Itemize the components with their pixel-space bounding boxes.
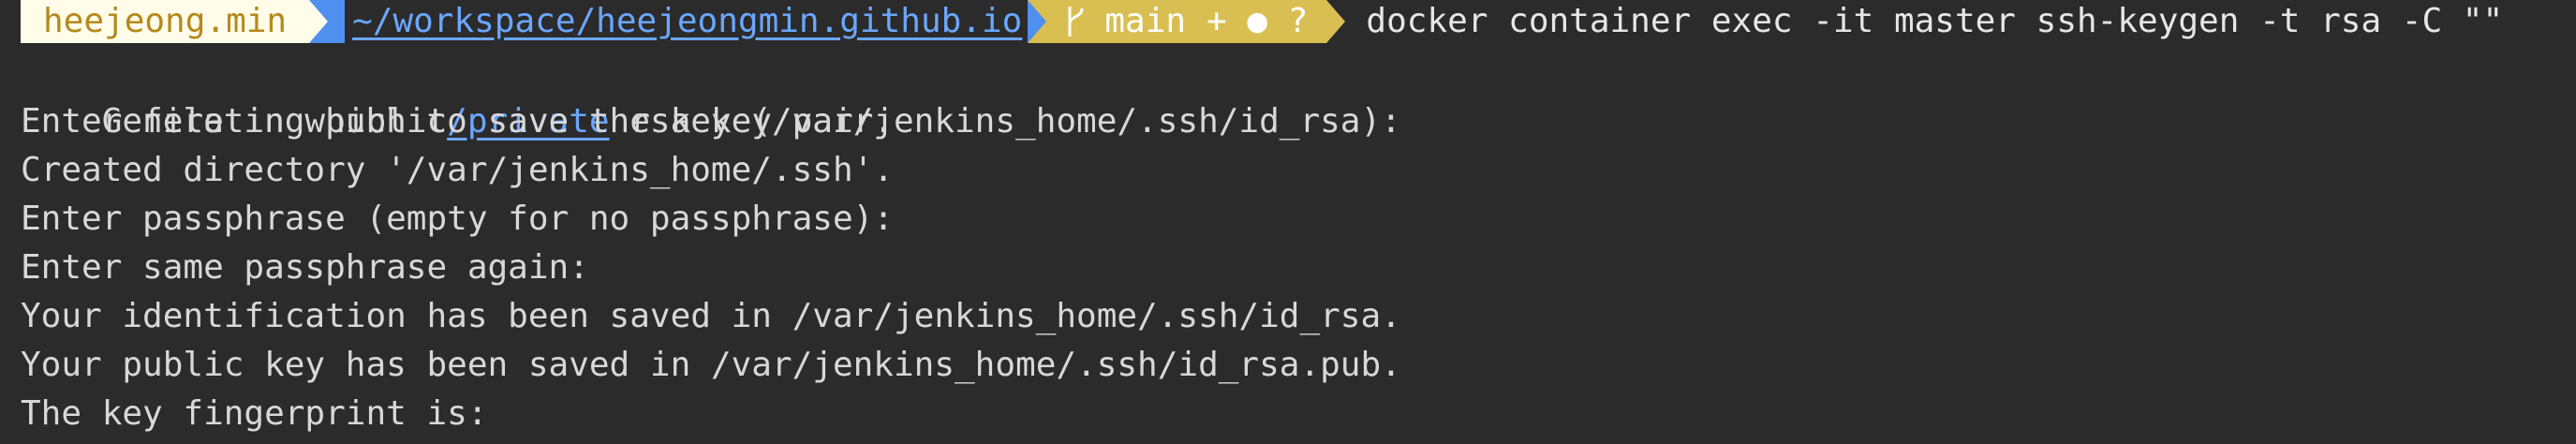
output-line: Enter same passphrase again: — [21, 248, 589, 287]
git-branch-name: main — [1104, 2, 1187, 40]
output-line: Created directory '/var/jenkins_home/.ss… — [21, 151, 894, 189]
output-line: Your public key has been saved in /var/j… — [21, 346, 1401, 384]
terminal-window[interactable]: heejeong.min ~/workspace/heejeongmin.git… — [0, 0, 2576, 444]
output-line: Your identification has been saved in /v… — [21, 297, 1401, 335]
prompt-separator-arrow — [309, 0, 329, 43]
prompt-separator-arrow — [1326, 0, 1346, 43]
output-line: Generating public/private rsa key pair. — [21, 49, 894, 141]
prompt-separator-arrow — [1028, 0, 1047, 43]
command-text[interactable]: docker container exec -it master ssh-key… — [1345, 0, 2503, 43]
output-line: Enter passphrase (empty for no passphras… — [21, 200, 894, 238]
prompt-path-segment[interactable]: ~/workspace/heejeongmin.github.io — [328, 0, 1029, 43]
git-branch-icon — [1068, 7, 1084, 37]
prompt-git-segment: main + ● ? — [1046, 0, 1327, 43]
git-status-symbols: + ● ? — [1207, 2, 1309, 40]
prompt-user-segment: heejeong.min — [21, 0, 310, 43]
output-line: Enter file in which to save the key (/va… — [21, 102, 1401, 141]
shell-prompt: heejeong.min ~/workspace/heejeongmin.git… — [21, 0, 2503, 43]
output-line: The key fingerprint is: — [21, 394, 488, 433]
